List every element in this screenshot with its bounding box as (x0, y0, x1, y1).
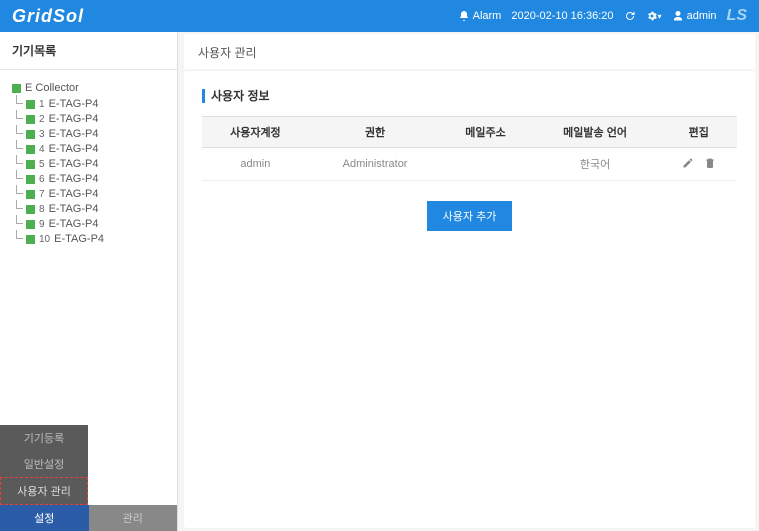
alarm-label: Alarm (473, 10, 502, 22)
tree-item[interactable]: 6 E-TAG-P4 (12, 173, 169, 185)
bottom-nav: 기기등록 일반설정 사용자 관리 설정 관리 (0, 425, 177, 531)
nav-device-reg[interactable]: 기기등록 (0, 425, 88, 451)
user-table: 사용자계정 권한 메일주소 메일발송 언어 편집 adminAdministra… (202, 116, 737, 181)
username-label: admin (687, 10, 717, 22)
user-menu[interactable]: admin (672, 10, 717, 22)
pencil-icon (682, 157, 694, 169)
settings-button[interactable]: ▾ (646, 10, 662, 22)
add-user-button[interactable]: 사용자 추가 (427, 201, 513, 231)
section-bar (202, 89, 205, 103)
status-indicator (26, 205, 35, 214)
tree-item[interactable]: 1 E-TAG-P4 (12, 98, 169, 110)
col-lang: 메일발송 언어 (530, 117, 661, 148)
tree-item-num: 1 (39, 99, 45, 110)
tree-item-label: E-TAG-P4 (49, 143, 99, 155)
nav-manage[interactable]: 관리 (89, 505, 178, 531)
nav-settings[interactable]: 설정 (0, 505, 89, 531)
logo: GridSol (12, 6, 84, 27)
status-indicator (26, 235, 35, 244)
col-email: 메일주소 (441, 117, 529, 148)
status-indicator (26, 190, 35, 199)
brand-logo: LS (727, 7, 747, 25)
trash-icon (704, 157, 716, 169)
tree-item-label: E-TAG-P4 (49, 203, 99, 215)
tree-item-num: 10 (39, 234, 50, 245)
user-icon (672, 10, 684, 22)
tree-item[interactable]: 4 E-TAG-P4 (12, 143, 169, 155)
main-layout: 기기목록 E Collector 1 E-TAG-P4 2 E-TAG-P4 3 E-TA… (0, 32, 759, 531)
tree-item-label: E-TAG-P4 (49, 128, 99, 140)
datetime-label: 2020-02-10 16:36:20 (511, 10, 613, 22)
refresh-icon (624, 10, 636, 22)
tree-root[interactable]: E Collector (12, 82, 169, 94)
tree-item[interactable]: 3 E-TAG-P4 (12, 128, 169, 140)
edit-button[interactable] (682, 157, 694, 172)
sidebar-title: 기기목록 (0, 32, 177, 70)
tree-item[interactable]: 10 E-TAG-P4 (12, 233, 169, 245)
nav-user-mgmt[interactable]: 사용자 관리 (0, 477, 88, 505)
tree-item[interactable]: 7 E-TAG-P4 (12, 188, 169, 200)
tree-item-num: 9 (39, 219, 45, 230)
cell-email (441, 148, 529, 181)
tree-item-label: E-TAG-P4 (49, 188, 99, 200)
tree-item-label: E-TAG-P4 (49, 98, 99, 110)
tree-item[interactable]: 2 E-TAG-P4 (12, 113, 169, 125)
content-area: 사용자 관리 사용자 정보 사용자계정 권한 메일주소 메일발송 언어 편집 a… (178, 32, 759, 531)
status-indicator (26, 115, 35, 124)
table-row: adminAdministrator 한국어 (202, 148, 737, 181)
status-indicator (26, 175, 35, 184)
top-header: GridSol Alarm 2020-02-10 16:36:20 ▾ admi… (0, 0, 759, 32)
tree-item-label: E-TAG-P4 (49, 113, 99, 125)
status-indicator (26, 145, 35, 154)
content-body: 사용자 정보 사용자계정 권한 메일주소 메일발송 언어 편집 adminAdm… (184, 71, 755, 528)
refresh-button[interactable] (624, 10, 636, 22)
tree-item-num: 3 (39, 129, 45, 140)
alarm-button[interactable]: Alarm (458, 10, 502, 22)
header-right: Alarm 2020-02-10 16:36:20 ▾ admin LS (458, 7, 747, 25)
add-button-wrap: 사용자 추가 (202, 201, 737, 231)
cell-actions (660, 148, 737, 181)
section-title: 사용자 정보 (211, 87, 270, 104)
tree-item-label: E-TAG-P4 (54, 233, 104, 245)
nav-general[interactable]: 일반설정 (0, 451, 88, 477)
status-indicator (26, 160, 35, 169)
col-edit: 편집 (660, 117, 737, 148)
tree-item-label: E-TAG-P4 (49, 173, 99, 185)
tree-item-num: 8 (39, 204, 45, 215)
cell-account: admin (202, 148, 309, 181)
tree-item-num: 7 (39, 189, 45, 200)
gear-icon (646, 10, 658, 22)
tree-item-num: 4 (39, 144, 45, 155)
tree-item[interactable]: 8 E-TAG-P4 (12, 203, 169, 215)
sidebar: 기기목록 E Collector 1 E-TAG-P4 2 E-TAG-P4 3 E-TA… (0, 32, 178, 531)
tree-item[interactable]: 5 E-TAG-P4 (12, 158, 169, 170)
cell-role: Administrator (309, 148, 442, 181)
status-indicator (26, 100, 35, 109)
tree-root-label: E Collector (25, 82, 79, 94)
delete-button[interactable] (704, 157, 716, 172)
status-indicator (26, 130, 35, 139)
tree-item-label: E-TAG-P4 (49, 218, 99, 230)
bell-icon (458, 10, 470, 22)
col-account: 사용자계정 (202, 117, 309, 148)
tree-item[interactable]: 9 E-TAG-P4 (12, 218, 169, 230)
status-indicator (12, 84, 21, 93)
col-role: 권한 (309, 117, 442, 148)
status-indicator (26, 220, 35, 229)
page-title: 사용자 관리 (184, 34, 755, 69)
cell-lang: 한국어 (530, 148, 661, 181)
tree-item-num: 6 (39, 174, 45, 185)
section-header: 사용자 정보 (202, 87, 737, 104)
tree-item-num: 2 (39, 114, 45, 125)
tree-item-num: 5 (39, 159, 45, 170)
table-header-row: 사용자계정 권한 메일주소 메일발송 언어 편집 (202, 117, 737, 148)
tree-item-label: E-TAG-P4 (49, 158, 99, 170)
